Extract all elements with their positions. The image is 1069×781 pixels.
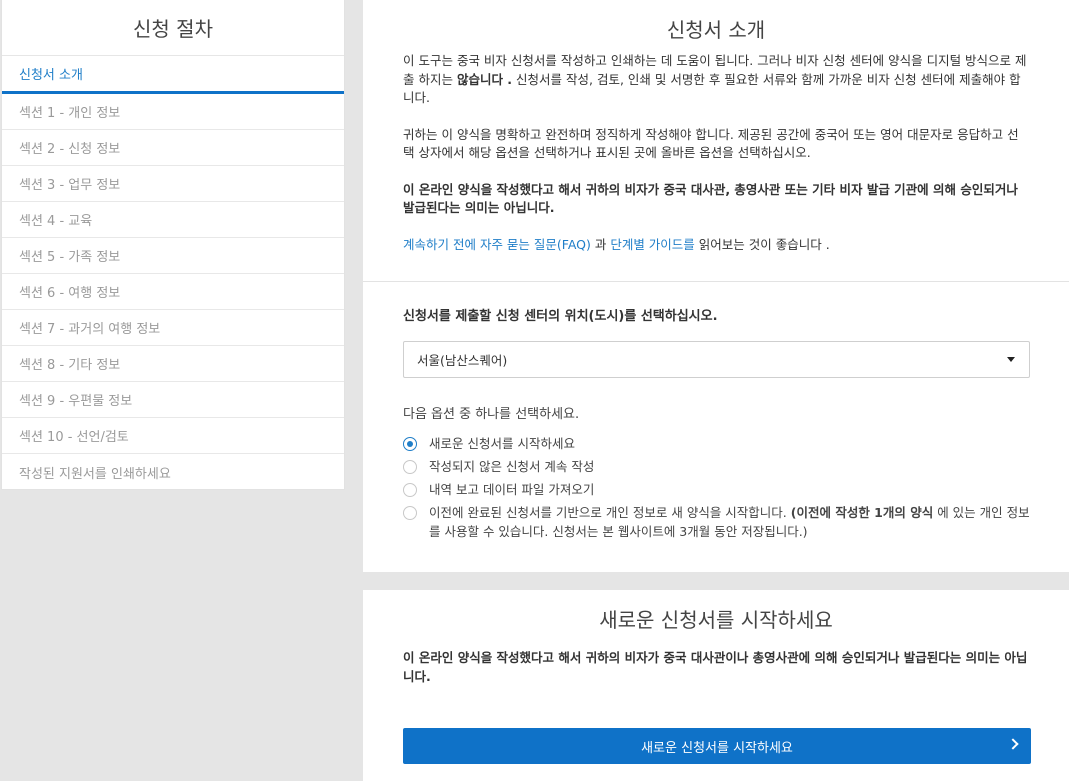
section-divider — [363, 281, 1069, 282]
radio-button[interactable] — [403, 437, 417, 451]
location-select[interactable]: 서울(남산스퀘어) — [403, 341, 1030, 378]
option-from-previous[interactable]: 이전에 완료된 신청서를 기반으로 개인 정보로 새 양식을 시작합니다. (이… — [403, 503, 1033, 541]
radio-button[interactable] — [403, 460, 417, 474]
sidebar-title: 신청 절차 — [2, 0, 344, 56]
faq-connector: 과 — [590, 236, 611, 252]
intro-p1-bold: 않습니다 . — [456, 71, 513, 87]
sidebar-nav: 신청 절차 신청서 소개 섹션 1 - 개인 정보 섹션 2 - 신청 정보 섹… — [1, 0, 345, 490]
sidebar-item-print[interactable]: 작성된 지원서를 인쇄하세요 — [2, 454, 344, 490]
faq-link[interactable]: 계속하기 전에 자주 묻는 질문(FAQ) — [403, 237, 591, 252]
start-application-button[interactable]: 새로운 신청서를 시작하세요 — [403, 728, 1031, 764]
sidebar-item-section-7[interactable]: 섹션 7 - 과거의 여행 정보 — [2, 310, 344, 346]
chevron-right-icon — [1007, 738, 1019, 750]
sidebar-item-intro[interactable]: 신청서 소개 — [2, 56, 344, 94]
start-note: 이 온라인 양식을 작성했다고 해서 귀하의 비자가 중국 대사관이나 총영사관… — [403, 650, 1028, 684]
intro-text: 이 도구는 중국 비자 신청서를 작성하고 인쇄하는 데 도움이 됩니다. 그러… — [363, 52, 1069, 254]
intro-panel: 신청서 소개 이 도구는 중국 비자 신청서를 작성하고 인쇄하는 데 도움이 … — [363, 0, 1069, 572]
start-title: 새로운 신청서를 시작하세요 — [599, 608, 833, 632]
options-radio-group: 새로운 신청서를 시작하세요 작성되지 않은 신청서 계속 작성 내역 보고 데… — [403, 434, 1033, 545]
option-previous-text: 이전에 완료된 신청서를 기반으로 개인 정보로 새 양식을 시작합니다. — [429, 505, 791, 520]
sidebar-item-section-6[interactable]: 섹션 6 - 여행 정보 — [2, 274, 344, 310]
location-selected-value: 서울(남산스퀘어) — [417, 353, 508, 368]
radio-button[interactable] — [403, 483, 417, 497]
sidebar-item-section-1[interactable]: 섹션 1 - 개인 정보 — [2, 94, 344, 130]
options-label: 다음 옵션 중 하나를 선택하세요. — [403, 407, 580, 422]
sidebar-item-section-10[interactable]: 섹션 10 - 선언/검토 — [2, 418, 344, 454]
start-button-label: 새로운 신청서를 시작하세요 — [641, 740, 793, 756]
option-new-application[interactable]: 새로운 신청서를 시작하세요 — [403, 434, 1033, 453]
intro-paragraph-3: 이 온라인 양식을 작성했다고 해서 귀하의 비자가 중국 대사관, 총영사관 … — [403, 181, 1018, 216]
option-label: 이전에 완료된 신청서를 기반으로 개인 정보로 새 양식을 시작합니다. (이… — [429, 503, 1033, 541]
option-continue-application[interactable]: 작성되지 않은 신청서 계속 작성 — [403, 457, 1033, 476]
option-previous-bold: (이전에 작성한 1개의 양식 — [790, 505, 934, 520]
intro-title: 신청서 소개 — [666, 18, 766, 42]
guide-link[interactable]: 단계별 가이드를 — [610, 237, 694, 252]
intro-paragraph-4: 계속하기 전에 자주 묻는 질문(FAQ) 과 단계별 가이드를 읽어보는 것이… — [403, 236, 1030, 255]
option-label: 새로운 신청서를 시작하세요 — [429, 436, 575, 451]
radio-button[interactable] — [403, 506, 417, 520]
option-label: 내역 보고 데이터 파일 가져오기 — [429, 482, 595, 497]
sidebar-item-section-4[interactable]: 섹션 4 - 교육 — [2, 202, 344, 238]
intro-paragraph-1: 이 도구는 중국 비자 신청서를 작성하고 인쇄하는 데 도움이 됩니다. 그러… — [403, 52, 1030, 108]
start-panel: 새로운 신청서를 시작하세요 이 온라인 양식을 작성했다고 해서 귀하의 비자… — [363, 590, 1069, 781]
sidebar-item-section-2[interactable]: 섹션 2 - 신청 정보 — [2, 130, 344, 166]
intro-paragraph-2: 귀하는 이 양식을 명확하고 완전하며 정직하게 작성해야 합니다. 제공된 공… — [403, 126, 1019, 161]
faq-end-text: 읽어보는 것이 좋습니다 . — [694, 236, 830, 252]
sidebar-item-section-9[interactable]: 섹션 9 - 우편물 정보 — [2, 382, 344, 418]
location-label: 신청서를 제출할 신청 센터의 위치(도시)를 선택하십시오. — [403, 309, 718, 324]
sidebar-item-section-3[interactable]: 섹션 3 - 업무 정보 — [2, 166, 344, 202]
chevron-down-icon — [1007, 357, 1015, 362]
sidebar-item-section-5[interactable]: 섹션 5 - 가족 정보 — [2, 238, 344, 274]
option-import-data-file[interactable]: 내역 보고 데이터 파일 가져오기 — [403, 480, 1033, 499]
sidebar-item-section-8[interactable]: 섹션 8 - 기타 정보 — [2, 346, 344, 382]
option-label: 작성되지 않은 신청서 계속 작성 — [429, 459, 595, 474]
